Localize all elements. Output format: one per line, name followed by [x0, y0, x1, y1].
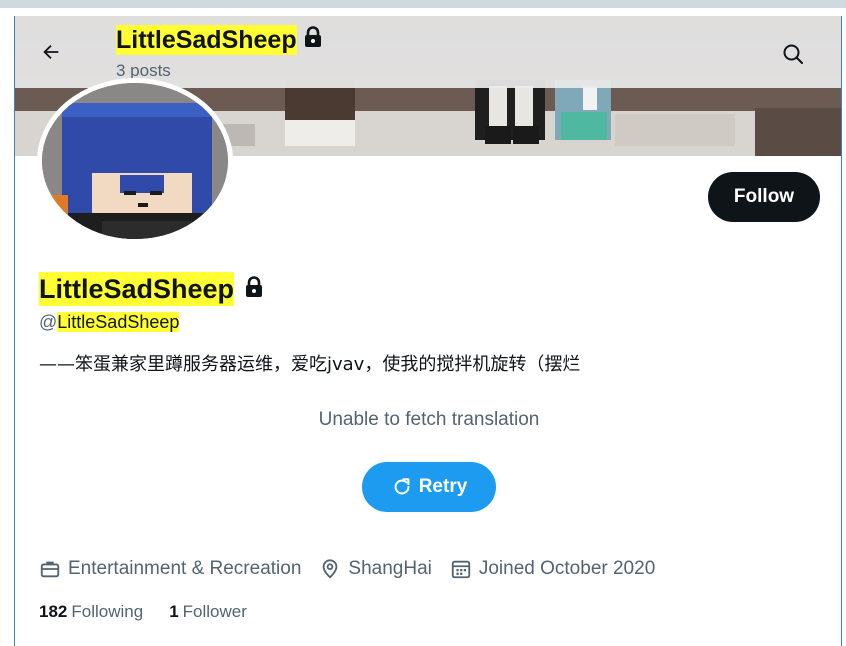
back-button[interactable] — [33, 34, 69, 70]
handle-prefix: @ — [39, 312, 58, 332]
calendar-icon — [451, 560, 471, 579]
retry-label: Retry — [418, 476, 468, 497]
profile-bio: ——笨蛋兼家里蹲服务器运维，爱吃jvav，使我的搅拌机旋转（摆烂 — [39, 354, 581, 375]
follow-stats: 182 Following 1 Follower — [39, 602, 247, 622]
search-button[interactable] — [775, 36, 811, 72]
search-icon — [783, 44, 803, 64]
header-display-name: LittleSadSheep — [116, 25, 297, 55]
following-count: 182 — [39, 602, 68, 621]
followers-count: 1 — [169, 602, 179, 621]
briefcase-icon — [40, 561, 60, 578]
header-title: LittleSadSheep — [116, 25, 323, 55]
followers-label: Follower — [182, 602, 247, 621]
translation-error-message: Unable to fetch translation — [318, 409, 540, 430]
profile-location: ShangHai — [319, 558, 432, 580]
retry-button[interactable]: Retry — [362, 462, 496, 512]
lock-icon — [303, 25, 323, 55]
profile-column: LittleSadSheep 3 posts Follow LittleSadS… — [14, 16, 842, 646]
handle-text: LittleSadSheep — [57, 312, 180, 332]
followers-link[interactable]: 1 Follower — [169, 602, 247, 622]
location-pin-icon — [323, 559, 338, 579]
arrow-left-icon — [43, 44, 59, 60]
refresh-icon — [394, 478, 410, 495]
following-label: Following — [71, 602, 144, 621]
avatar[interactable] — [37, 78, 233, 244]
location-text: ShangHai — [348, 558, 432, 579]
category-text: Entertainment & Recreation — [68, 558, 302, 579]
follow-button[interactable]: Follow — [708, 172, 820, 222]
profile-handle: @LittleSadSheep — [39, 311, 180, 333]
profile-join-date: Joined October 2020 — [450, 558, 655, 580]
profile-meta: Entertainment & Recreation ShangHai Join… — [39, 556, 655, 582]
following-link[interactable]: 182 Following — [39, 602, 143, 622]
profile-display-name: LittleSadSheep — [39, 272, 235, 306]
profile-name: LittleSadSheep — [39, 272, 264, 306]
joined-text: Joined October 2020 — [478, 558, 656, 579]
browser-frame: LittleSadSheep 3 posts Follow LittleSadS… — [0, 0, 846, 646]
profile-category: Entertainment & Recreation — [39, 558, 301, 580]
lock-icon — [244, 272, 264, 306]
